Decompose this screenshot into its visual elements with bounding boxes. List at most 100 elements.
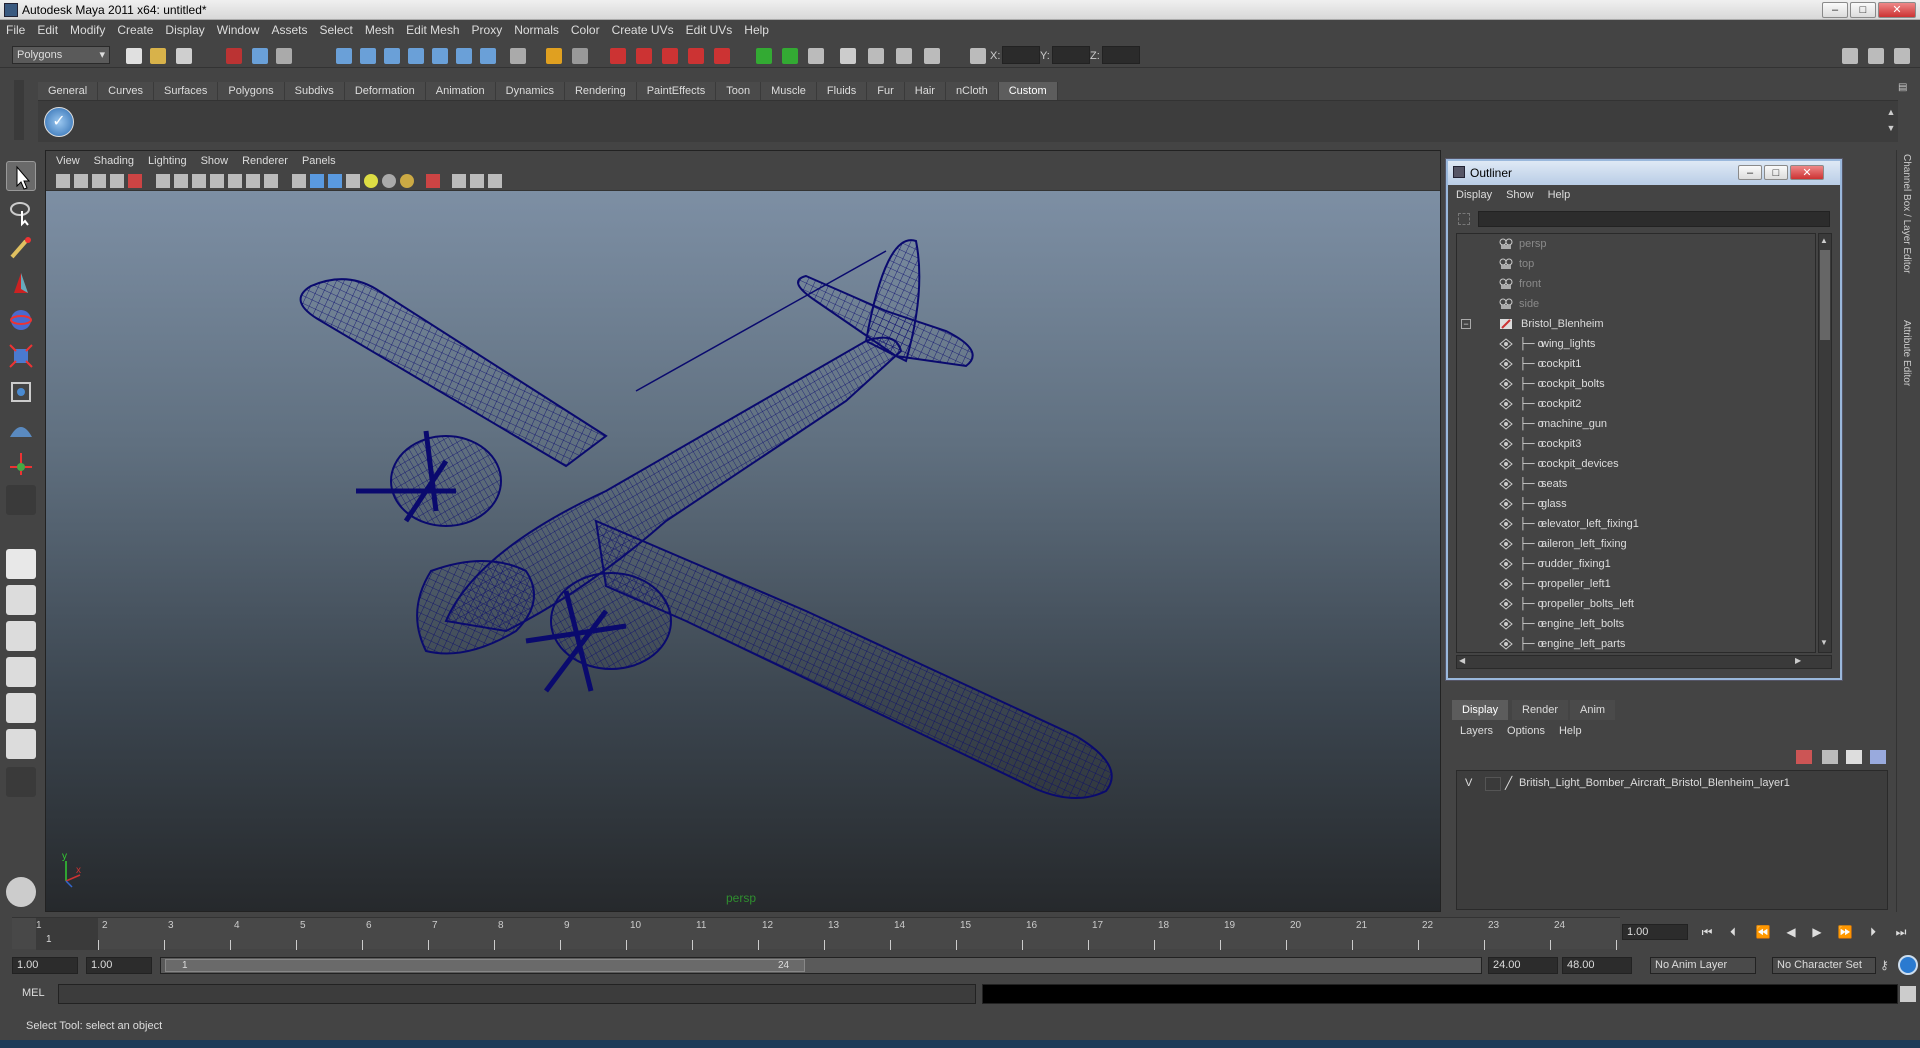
time-slider[interactable]: 1 1 2 3 4 5 6 7 8 9 10 11 12 13 14 15 16… <box>12 917 1620 950</box>
move-layer-up-icon[interactable] <box>1796 750 1812 764</box>
grease-pencil-icon[interactable] <box>128 174 142 188</box>
outliner-item[interactable]: ├─ o engine_left_parts <box>1457 634 1815 652</box>
save-scene-icon[interactable] <box>176 48 192 64</box>
play-forwards-button[interactable]: ▶ <box>1806 922 1828 942</box>
rename-icon[interactable] <box>896 48 912 64</box>
wireframe-on-shaded-icon[interactable] <box>328 174 342 188</box>
last-tool-used-slot[interactable] <box>6 485 36 515</box>
tab-curves[interactable]: Curves <box>98 82 154 100</box>
isolate-select-icon[interactable] <box>426 174 440 188</box>
menu-edit[interactable]: Edit <box>37 23 58 37</box>
scroll-up-icon[interactable]: ▲ <box>1820 236 1830 246</box>
image-plane-icon[interactable] <box>92 174 106 188</box>
close-button[interactable]: ✕ <box>1878 2 1916 18</box>
vp-menu-shading[interactable]: Shading <box>94 155 134 167</box>
tab-custom[interactable]: Custom <box>998 82 1058 100</box>
attribute-editor-tab[interactable]: Attribute Editor <box>1901 320 1912 386</box>
outliner-item[interactable]: ├─ o aileron_left_fixing <box>1457 534 1815 554</box>
snap-view-plane-icon[interactable] <box>408 48 424 64</box>
input-line-icon[interactable] <box>756 48 772 64</box>
four-view-layout-icon[interactable] <box>6 585 36 615</box>
viewport-canvas[interactable]: y x persp <box>46 191 1440 911</box>
outliner-item[interactable]: persp <box>1457 234 1815 254</box>
scroll-left-icon[interactable]: ◀ <box>1459 656 1465 665</box>
outliner-menu-help[interactable]: Help <box>1548 189 1571 201</box>
channel-box-icon[interactable] <box>808 48 824 64</box>
outliner-menu-show[interactable]: Show <box>1506 189 1534 201</box>
persp-outliner-layout-icon[interactable] <box>6 621 36 651</box>
outliner-item[interactable]: ├─ o rudder_fixing1 <box>1457 554 1815 574</box>
relative-transform-icon[interactable] <box>868 48 884 64</box>
left-engine[interactable] <box>390 435 502 527</box>
tab-muscle[interactable]: Muscle <box>761 82 817 100</box>
character-set-dropdown[interactable]: No Character Set <box>1772 957 1876 974</box>
outliner-menu-display[interactable]: Display <box>1456 189 1492 201</box>
vp-menu-renderer[interactable]: Renderer <box>242 155 288 167</box>
move-tool-icon[interactable] <box>6 269 36 299</box>
tab-general[interactable]: General <box>38 82 99 100</box>
outliner-item[interactable]: ├─ o propeller_bolts_left <box>1457 594 1815 614</box>
shelf-scroll-down-icon[interactable]: ▼ <box>1884 123 1898 135</box>
tab-hair[interactable]: Hair <box>904 82 946 100</box>
shelf-scroll-up-icon[interactable]: ▲ <box>1884 107 1898 119</box>
custom-shelf-check-icon[interactable]: ✓ <box>44 107 74 137</box>
script-language-label[interactable]: MEL <box>22 987 45 999</box>
ipr-render-icon[interactable] <box>636 48 652 64</box>
sidebar-toggle-icon[interactable] <box>782 48 798 64</box>
menu-edit-mesh[interactable]: Edit Mesh <box>406 23 459 37</box>
universal-manipulator-icon[interactable] <box>6 377 36 407</box>
menu-set-dropdown[interactable]: Polygons ▾ <box>12 46 110 64</box>
aircraft-wireframe[interactable]: y x <box>46 191 1440 911</box>
nose-cockpit[interactable] <box>416 560 535 655</box>
xray-joints-icon[interactable] <box>470 174 484 188</box>
make-live-icon[interactable] <box>432 48 448 64</box>
persp-graph-hypergraph-layout-icon[interactable] <box>6 729 36 759</box>
go-to-end-button[interactable]: ⏭ <box>1890 922 1912 942</box>
step-back-frame-button[interactable]: ⏴ <box>1722 922 1744 942</box>
safe-action-icon[interactable] <box>246 174 260 188</box>
right-engine[interactable] <box>550 572 672 670</box>
scroll-thumb[interactable] <box>1820 250 1830 340</box>
show-channel-box-icon[interactable] <box>1894 48 1910 64</box>
camera-attributes-icon[interactable] <box>56 174 70 188</box>
hypershade-layout-icon[interactable] <box>6 693 36 723</box>
menu-window[interactable]: Window <box>217 23 260 37</box>
snap-curve-icon[interactable] <box>360 48 376 64</box>
menu-create-uvs[interactable]: Create UVs <box>612 23 674 37</box>
menu-modify[interactable]: Modify <box>70 23 105 37</box>
outliner-item[interactable]: top <box>1457 254 1815 274</box>
menu-display[interactable]: Display <box>165 23 204 37</box>
snap-grid-icon[interactable] <box>336 48 352 64</box>
layer-row[interactable]: V ╱ British_Light_Bomber_Aircraft_Bristo… <box>1457 775 1887 793</box>
ambient-occlusion-icon[interactable] <box>400 174 414 188</box>
layer-color-swatch[interactable]: ╱ <box>1505 776 1517 792</box>
tab-polygons[interactable]: Polygons <box>218 82 285 100</box>
move-layer-down-icon[interactable] <box>1822 750 1838 764</box>
lasso-tool-icon[interactable] <box>6 197 36 227</box>
shelf-menu-icon[interactable]: ▤ <box>1898 82 1914 96</box>
grid-icon[interactable] <box>156 174 170 188</box>
y-field[interactable] <box>1052 46 1090 64</box>
layer-visibility-toggle[interactable]: V <box>1465 777 1472 789</box>
key-icon[interactable]: ⚷ <box>1880 958 1896 974</box>
help-icon[interactable] <box>510 48 526 64</box>
menu-mesh[interactable]: Mesh <box>365 23 394 37</box>
textured-icon[interactable] <box>346 174 360 188</box>
vp-menu-view[interactable]: View <box>56 155 80 167</box>
playback-start-field[interactable]: 1.00 <box>86 957 152 974</box>
new-scene-icon[interactable] <box>126 48 142 64</box>
maximize-button[interactable]: □ <box>1850 2 1876 18</box>
anim-layer-dropdown[interactable]: No Anim Layer <box>1650 957 1756 974</box>
menu-assets[interactable]: Assets <box>271 23 307 37</box>
outliner-item[interactable]: ├─ o seats <box>1457 474 1815 494</box>
tab-surfaces[interactable]: Surfaces <box>153 82 219 100</box>
play-backwards-button[interactable]: ◀ <box>1780 922 1802 942</box>
menu-proxy[interactable]: Proxy <box>472 23 503 37</box>
film-gate-icon[interactable] <box>174 174 188 188</box>
numeric-input-icon[interactable] <box>970 48 986 64</box>
quick-layout-hand-icon[interactable] <box>6 877 36 907</box>
vp-menu-show[interactable]: Show <box>201 155 229 167</box>
x-field[interactable] <box>1002 46 1040 64</box>
end-time-field[interactable]: 48.00 <box>1562 957 1632 974</box>
outliner-item[interactable]: ├─ o machine_gun <box>1457 414 1815 434</box>
